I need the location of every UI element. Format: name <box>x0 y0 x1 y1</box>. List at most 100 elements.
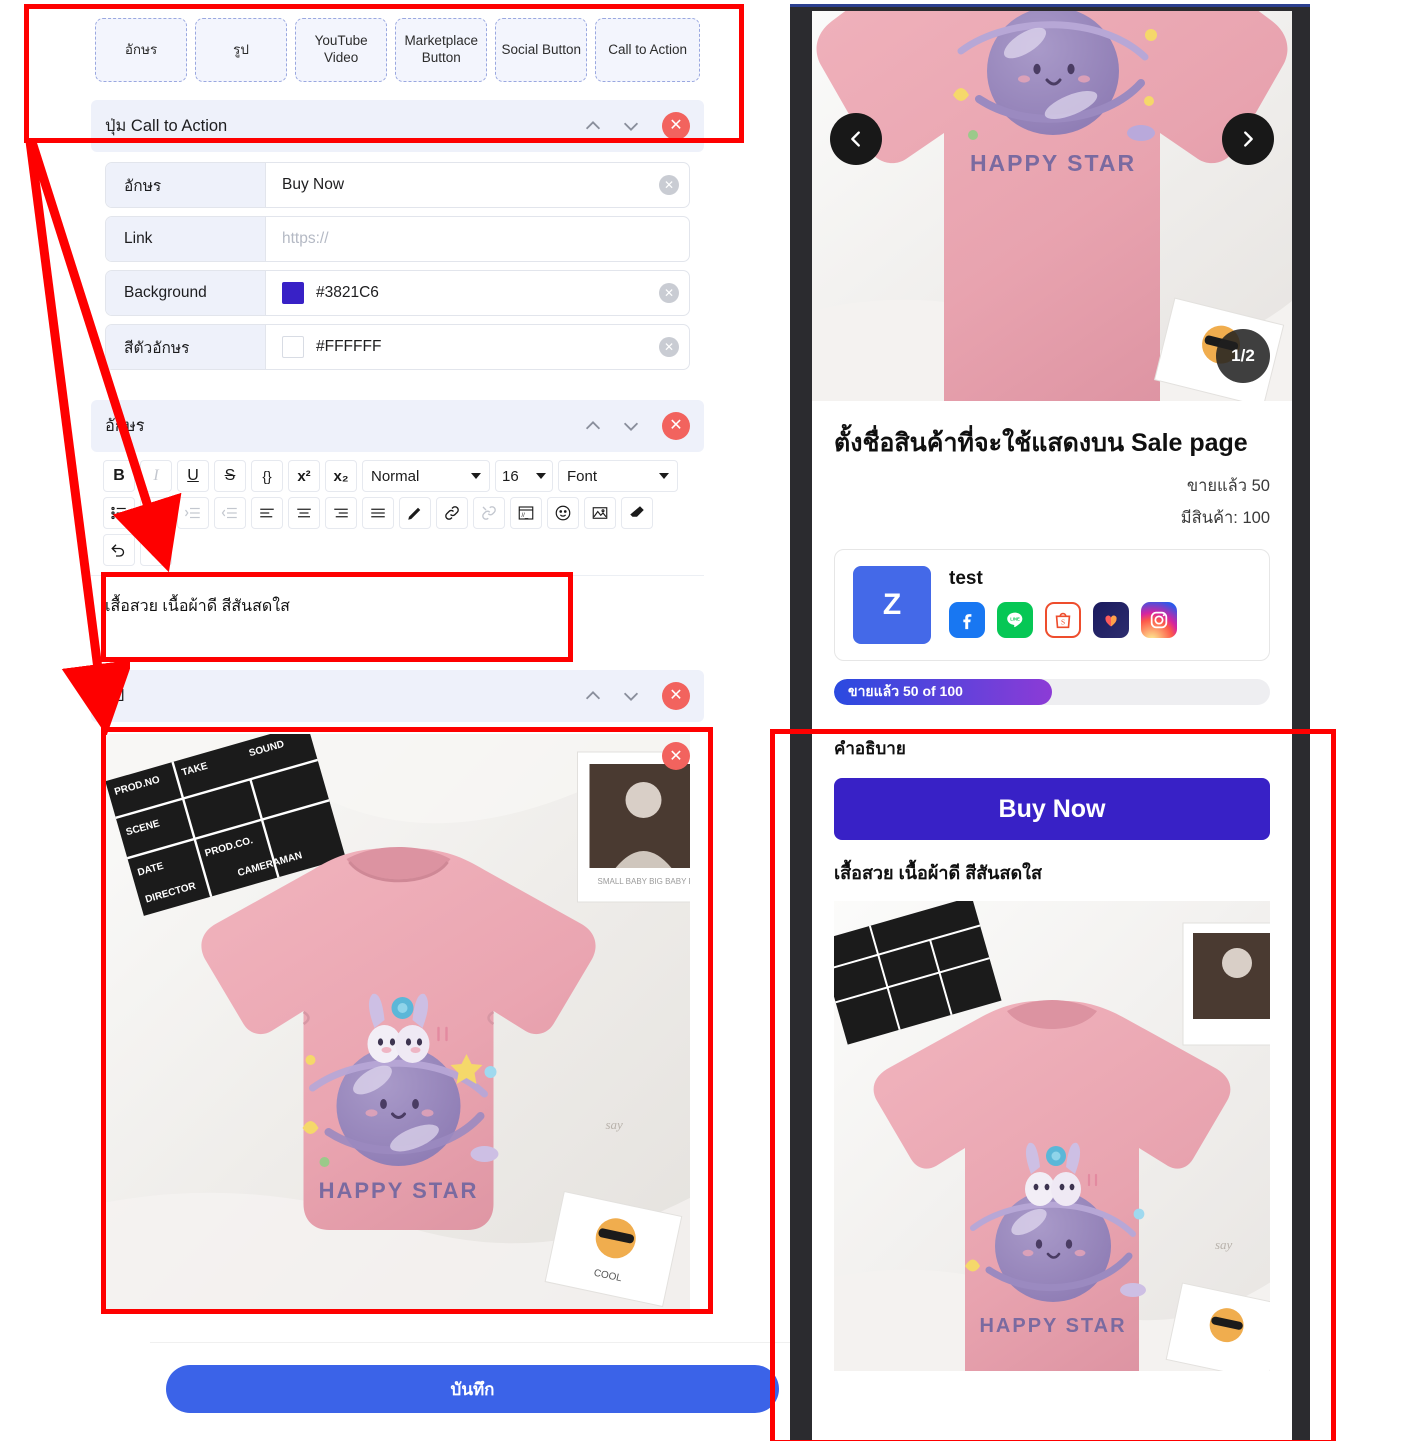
editor-product-photo[interactable]: PROD.NO TAKE SOUND SCENE DATE PROD.CO. DIRE… <box>105 734 690 1314</box>
preview-body-text: เสื้อสวย เนื้อผ้าดี สีสันสดใส <box>834 863 1042 883</box>
clear-icon[interactable]: ✕ <box>659 283 679 303</box>
line-glyph: LINE <box>1007 612 1023 628</box>
block-type-youtube-video[interactable]: YouTube Video <box>295 18 388 82</box>
block-type-text[interactable]: อักษร <box>95 18 188 82</box>
carousel-prev-button[interactable] <box>830 113 882 165</box>
cta-textcolor-input[interactable]: #FFFFFF ✕ <box>266 325 689 369</box>
underline-icon[interactable]: U <box>177 460 209 492</box>
cta-fields: อักษร Buy Now ✕ Link https:// Background <box>91 152 704 392</box>
preview-shop-card: Z test LINE S <box>834 549 1270 661</box>
code-label: {} <box>262 468 272 484</box>
image-section-header[interactable]: รูป ✕ <box>91 670 704 722</box>
unlink-icon[interactable] <box>473 497 505 529</box>
italic-icon[interactable]: I <box>140 460 172 492</box>
link-icon[interactable] <box>436 497 468 529</box>
background-color-swatch[interactable] <box>282 282 304 304</box>
svg-text:HAPPY STAR: HAPPY STAR <box>979 1315 1126 1337</box>
preview-screen: HAPPY STAR 1/2 ตั้งชื่อสินค้าที่จะใช้แสด… <box>812 11 1292 1441</box>
cta-text-input[interactable]: Buy Now ✕ <box>266 163 689 207</box>
carousel-next-button[interactable] <box>1222 113 1274 165</box>
indent-increase-icon[interactable] <box>177 497 209 529</box>
svg-text:S: S <box>1061 618 1065 627</box>
cta-section-header[interactable]: ปุ่ม Call to Action ✕ <box>91 100 704 152</box>
embed-code-icon[interactable]: //_ <box>510 497 542 529</box>
indent-decrease-icon[interactable] <box>214 497 246 529</box>
font-family-select[interactable]: Font <box>558 460 678 492</box>
strike-label: S <box>224 467 236 484</box>
align-justify-icon[interactable] <box>362 497 394 529</box>
font-size-value: 16 <box>502 467 519 485</box>
chevron-down-icon[interactable] <box>614 409 648 443</box>
facebook-icon[interactable] <box>949 602 985 638</box>
font-family-value: Font <box>567 467 598 485</box>
instagram-icon[interactable] <box>1141 602 1177 638</box>
text-section-header[interactable]: อักษร ✕ <box>91 400 704 452</box>
chevron-down-icon[interactable] <box>614 679 648 713</box>
shop-social-links: LINE S <box>949 602 1177 638</box>
align-left-icon[interactable] <box>251 497 283 529</box>
lazada-icon[interactable] <box>1093 602 1129 638</box>
block-type-label: Social Button <box>501 41 582 57</box>
code-block-icon[interactable]: {} <box>251 460 283 492</box>
preview-cta-label: Buy Now <box>998 794 1106 823</box>
chevron-down-icon[interactable] <box>614 109 648 143</box>
block-type-image[interactable]: รูป <box>195 18 288 82</box>
cta-background-input[interactable]: #3821C6 ✕ <box>266 271 689 315</box>
save-button[interactable]: บันทึก <box>166 1365 779 1413</box>
clear-icon[interactable]: ✕ <box>659 175 679 195</box>
subscript-label: x₂ <box>333 467 349 485</box>
text-color-pen-icon[interactable] <box>399 497 431 529</box>
cta-field-textcolor-row: สีตัวอักษร #FFFFFF ✕ <box>105 324 690 370</box>
text-section-title: อักษร <box>105 417 145 435</box>
shop-avatar: Z <box>853 566 931 644</box>
emoji-icon[interactable] <box>547 497 579 529</box>
block-type-social-button[interactable]: Social Button <box>495 18 588 82</box>
remove-image-block-button[interactable]: ✕ <box>662 682 690 710</box>
preview-hero-carousel[interactable]: HAPPY STAR 1/2 <box>812 11 1292 401</box>
block-style-select[interactable]: Normal <box>362 460 490 492</box>
rte-toolbar-row-3 <box>103 534 692 566</box>
italic-label: I <box>153 467 159 484</box>
clear-format-eraser-icon[interactable] <box>621 497 653 529</box>
bold-icon[interactable]: B <box>103 460 135 492</box>
chevron-up-icon[interactable] <box>576 109 610 143</box>
remove-text-block-button[interactable]: ✕ <box>662 412 690 440</box>
block-type-label: รูป <box>233 41 249 57</box>
block-type-label: YouTube Video <box>314 33 368 65</box>
lazada-glyph <box>1105 615 1117 627</box>
undo-icon[interactable] <box>103 534 135 566</box>
align-right-icon[interactable] <box>325 497 357 529</box>
chevron-left-icon <box>851 131 860 147</box>
clear-icon[interactable]: ✕ <box>659 337 679 357</box>
rich-text-content[interactable]: เสื้อสวย เนื้อผ้าดี สีสันสดใส <box>91 576 704 662</box>
remove-cta-block-button[interactable]: ✕ <box>662 112 690 140</box>
superscript-icon[interactable]: x² <box>288 460 320 492</box>
tshirt-photo-art: PROD.NOTAKESOUND SCENE DATEPROD.CO. DIRE… <box>105 734 690 1314</box>
chevron-up-icon[interactable] <box>576 409 610 443</box>
svg-text:say: say <box>606 1117 624 1132</box>
chevron-up-icon[interactable] <box>576 679 610 713</box>
cta-link-input[interactable]: https:// <box>266 217 689 261</box>
text-color-swatch[interactable] <box>282 336 304 358</box>
insert-image-icon[interactable] <box>584 497 616 529</box>
bullet-list-icon[interactable] <box>103 497 135 529</box>
cta-field-textcolor-label: สีตัวอักษร <box>106 325 266 369</box>
block-style-value: Normal <box>371 467 420 485</box>
cta-text-value: Buy Now <box>282 176 345 193</box>
align-center-icon[interactable] <box>288 497 320 529</box>
numbered-list-icon[interactable]: 123 <box>140 497 172 529</box>
block-type-call-to-action[interactable]: Call to Action <box>595 18 700 82</box>
cta-field-background-row: Background #3821C6 ✕ <box>105 270 690 316</box>
shopee-icon[interactable]: S <box>1045 602 1081 638</box>
font-size-select[interactable]: 16 <box>495 460 553 492</box>
line-icon[interactable]: LINE <box>997 602 1033 638</box>
carousel-counter-badge: 1/2 <box>1216 329 1270 383</box>
phone-preview-frame: HAPPY STAR 1/2 ตั้งชื่อสินค้าที่จะใช้แสด… <box>790 4 1310 1441</box>
preview-cta-button[interactable]: Buy Now <box>834 778 1270 840</box>
subscript-icon[interactable]: x₂ <box>325 460 357 492</box>
block-type-marketplace-button[interactable]: Marketplace Button <box>395 18 488 82</box>
shop-name: test <box>949 568 983 589</box>
strikethrough-icon[interactable]: S <box>214 460 246 492</box>
remove-image-button[interactable]: ✕ <box>662 742 690 770</box>
redo-icon[interactable] <box>140 534 172 566</box>
